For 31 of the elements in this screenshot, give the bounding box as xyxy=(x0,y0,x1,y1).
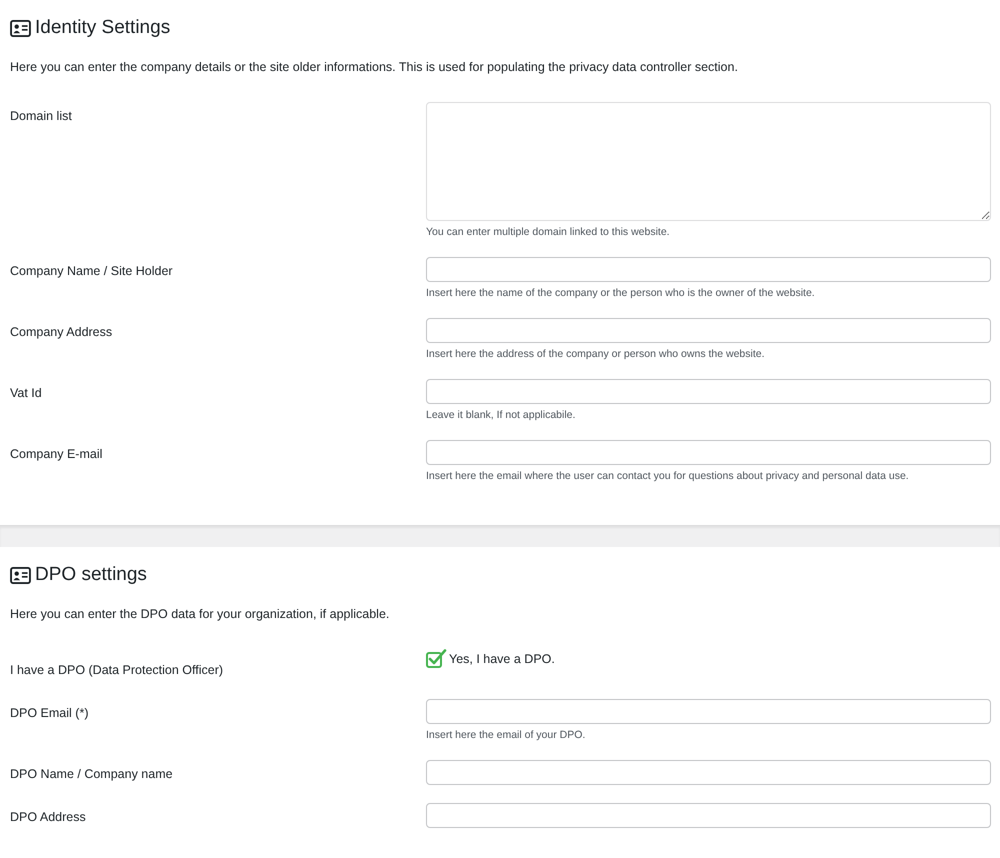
field-label: Vat Id xyxy=(10,385,43,402)
id-card-icon xyxy=(10,566,31,584)
field-hint: You can enter multiple domain linked to this website. xyxy=(426,225,671,239)
id-card-icon xyxy=(10,20,31,36)
section-description: Here you can enter the DPO data for your organization, if applicable. xyxy=(10,606,390,623)
field-label: Domain list xyxy=(10,108,73,125)
input-field[interactable] xyxy=(426,318,991,343)
input-field[interactable] xyxy=(426,440,991,465)
input-field[interactable] xyxy=(426,699,991,724)
field-label: I have a DPO (Data Protection Officer) xyxy=(10,662,224,679)
input-field[interactable] xyxy=(426,257,991,282)
field-label: DPO Email (*) xyxy=(10,705,90,722)
field-label: DPO Address xyxy=(10,809,87,826)
checkbox[interactable] xyxy=(426,649,447,668)
input-field[interactable] xyxy=(426,803,991,828)
field-hint: Leave it blank, If not applicabile. xyxy=(426,408,576,422)
input-field[interactable] xyxy=(426,379,991,404)
field-hint: Insert here the address of the company or person who owns the website. xyxy=(426,347,766,361)
field-hint: Insert here the email of your DPO. xyxy=(426,728,586,742)
field-label: Company Name / Site Holder xyxy=(10,263,174,280)
section-description: Here you can enter the company details or the site older informations. This is used for populating the privacy data controller section. xyxy=(10,59,739,76)
field-label: DPO Name / Company name xyxy=(10,766,174,783)
section-title: DPO settings xyxy=(35,563,147,587)
field-label: Company Address xyxy=(10,324,114,341)
field-hint: Insert here the email where the user can contact you for questions about privacy and personal data use. xyxy=(426,469,910,483)
domain-list-field[interactable] xyxy=(426,102,991,221)
checkbox-label: Yes, I have a DPO. xyxy=(449,651,555,668)
input-field[interactable] xyxy=(426,760,991,785)
field-hint: Insert here the name of the company or the person who is the owner of the website. xyxy=(426,286,816,300)
field-label: Company E-mail xyxy=(10,446,104,463)
section-title: Identity Settings xyxy=(35,16,170,40)
